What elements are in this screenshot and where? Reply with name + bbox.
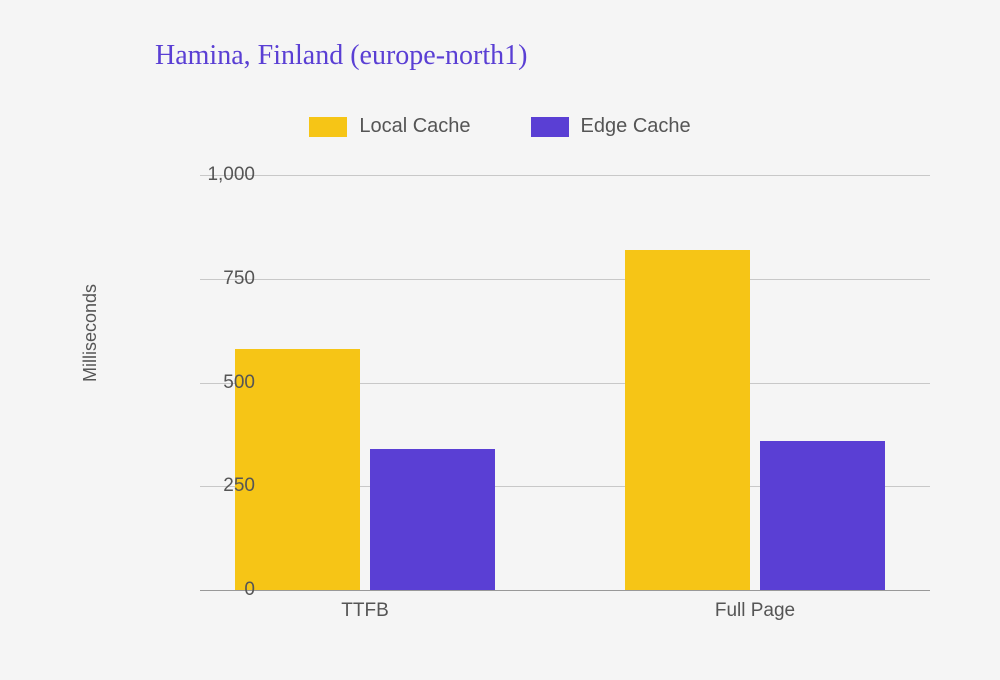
y-axis-title: Milliseconds — [80, 284, 101, 382]
chart-title: Hamina, Finland (europe-north1) — [155, 40, 527, 72]
y-tick-250: 250 — [175, 475, 255, 497]
legend-swatch-local — [309, 117, 347, 137]
legend-label-edge: Edge Cache — [581, 115, 691, 138]
y-tick-500: 500 — [175, 372, 255, 394]
legend-item-local: Local Cache — [309, 115, 470, 138]
y-tick-0: 0 — [175, 579, 255, 601]
bar-edge-cache-ttfb — [370, 449, 495, 590]
bar-edge-cache-full-page — [760, 441, 885, 590]
y-tick-1000: 1,000 — [175, 164, 255, 186]
legend-item-edge: Edge Cache — [531, 115, 691, 138]
legend-label-local: Local Cache — [359, 115, 470, 138]
plot-area — [200, 175, 930, 590]
x-tick-ttfb: TTFB — [341, 600, 389, 622]
legend-swatch-edge — [531, 117, 569, 137]
x-tick-fullpage: Full Page — [715, 600, 795, 622]
bars-container — [200, 175, 930, 590]
legend: Local Cache Edge Cache — [0, 115, 1000, 138]
x-axis-line — [200, 590, 930, 591]
y-tick-750: 750 — [175, 268, 255, 290]
bar-local-cache-full-page — [625, 250, 750, 590]
